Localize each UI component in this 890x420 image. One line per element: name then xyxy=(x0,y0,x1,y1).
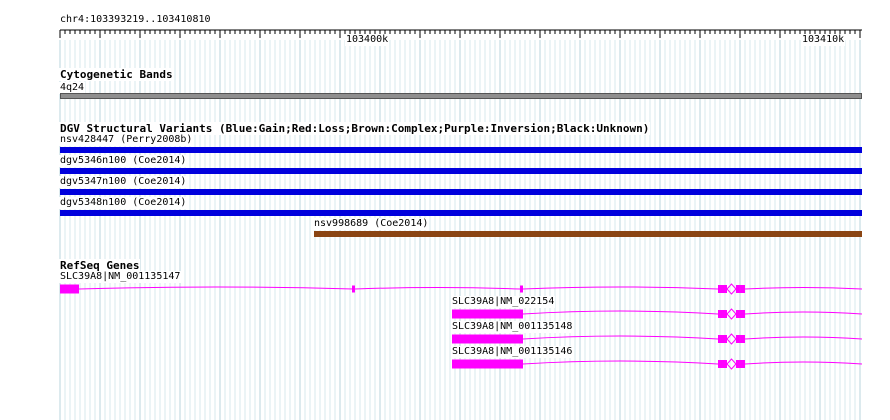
gene-models xyxy=(60,283,863,370)
splice-junction xyxy=(726,333,737,345)
exon[interactable] xyxy=(718,360,727,368)
intron xyxy=(744,311,863,315)
exon[interactable] xyxy=(452,359,523,369)
exon[interactable] xyxy=(736,360,745,368)
intron xyxy=(522,360,719,365)
exon[interactable] xyxy=(736,335,745,343)
exon[interactable] xyxy=(520,285,523,293)
exon[interactable] xyxy=(718,335,727,343)
exon[interactable] xyxy=(718,285,727,293)
intron xyxy=(744,287,863,290)
intron xyxy=(354,287,521,290)
splice-junction xyxy=(726,308,737,320)
intron xyxy=(522,335,719,340)
exon[interactable] xyxy=(452,309,523,319)
intron xyxy=(78,286,354,290)
genome-browser-view: chr4:103393219..103410810 103400k 103410… xyxy=(0,0,890,420)
intron xyxy=(744,336,863,340)
exon[interactable] xyxy=(452,334,523,344)
exon[interactable] xyxy=(736,310,745,318)
intron xyxy=(522,286,719,290)
splice-junction xyxy=(726,283,737,295)
exon[interactable] xyxy=(60,284,79,294)
splice-junction xyxy=(726,358,737,370)
intron xyxy=(744,361,863,365)
exon[interactable] xyxy=(352,285,355,293)
intron xyxy=(522,310,719,315)
exon[interactable] xyxy=(718,310,727,318)
exon[interactable] xyxy=(736,285,745,293)
